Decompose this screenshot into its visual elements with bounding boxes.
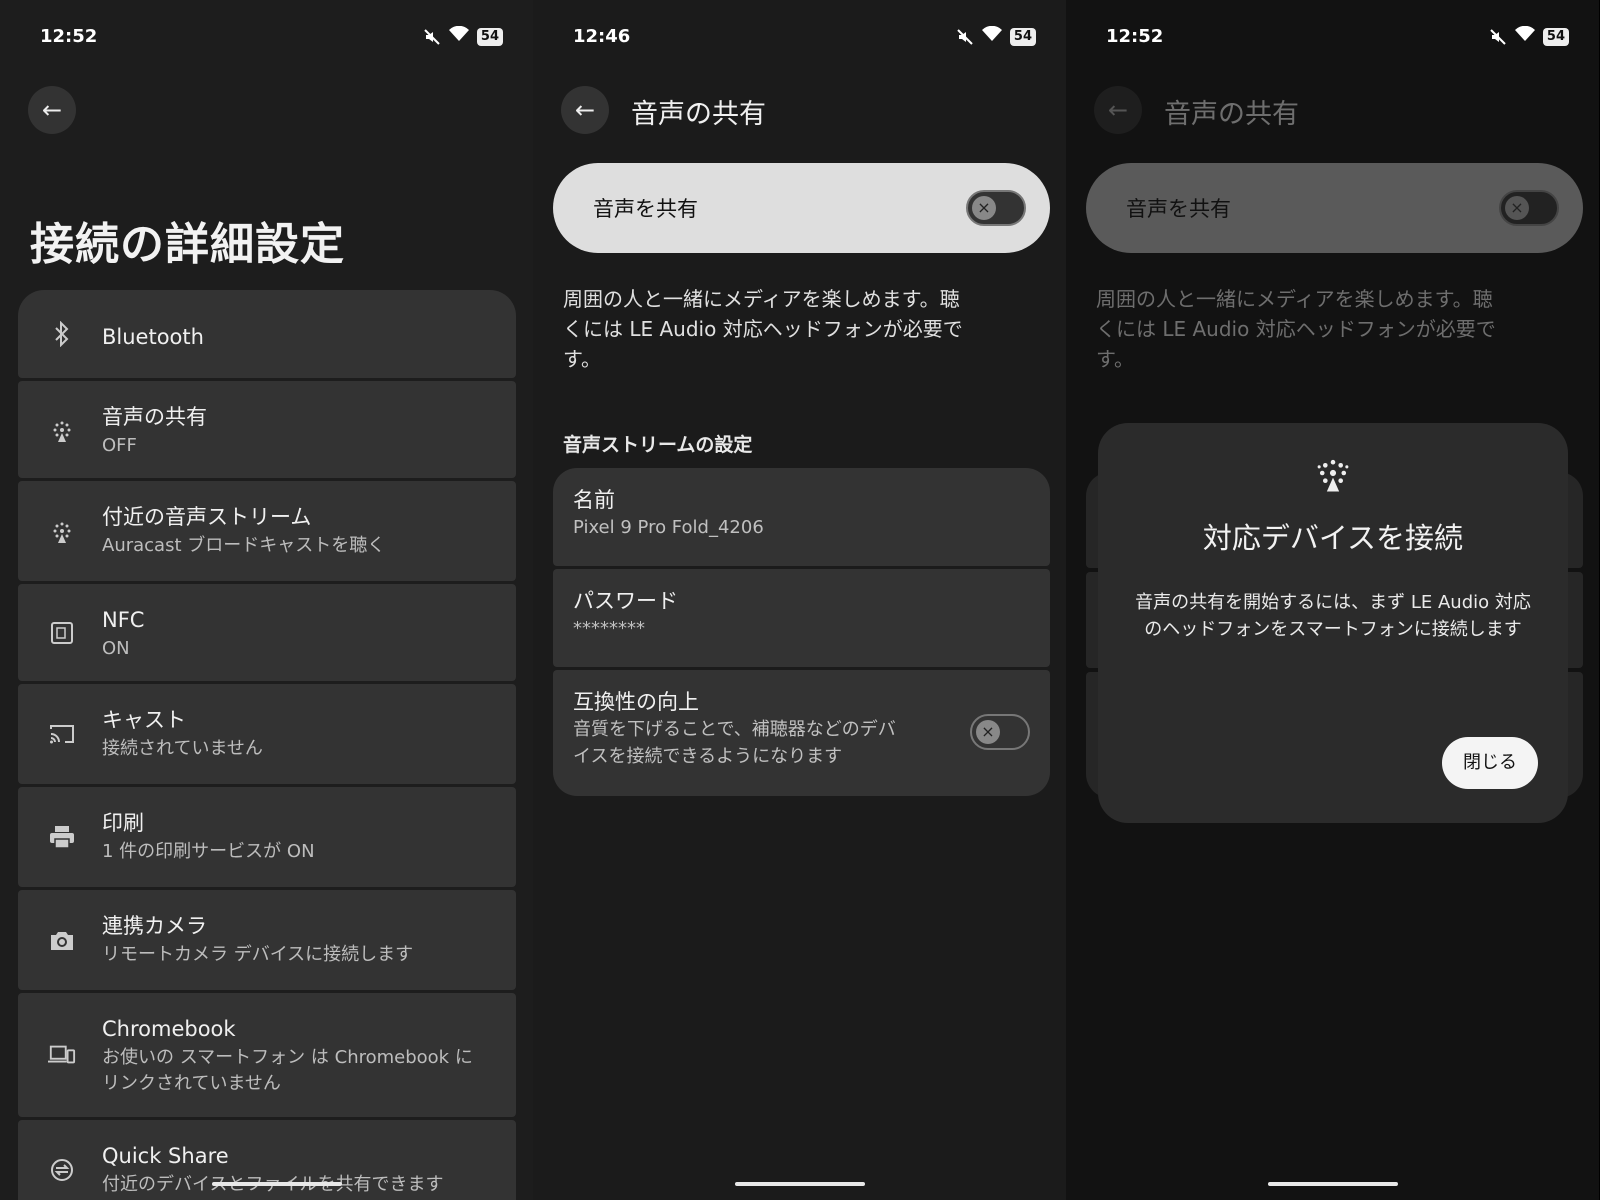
quick-share-icon	[48, 1156, 76, 1184]
status-time: 12:46	[573, 26, 631, 47]
wifi-icon	[448, 25, 469, 47]
screen-connection-preferences: 12:52 54 ← 接続の詳細設定 Bluetooth 音声の共有 OFF 付…	[0, 0, 533, 1200]
close-icon: ×	[972, 196, 996, 220]
back-button: ←	[1094, 86, 1142, 134]
connect-device-dialog: 対応デバイスを接続 音声の共有を開始するには、まず LE Audio 対応のヘッ…	[1098, 423, 1568, 823]
share-audio-switch: ×	[1499, 190, 1559, 226]
battery-icon: 54	[1009, 27, 1036, 46]
stream-settings-list: 名前 Pixel 9 Pro Fold_4206 パスワード ******** …	[553, 468, 1050, 799]
dialog-title: 対応デバイスを接続	[1202, 521, 1464, 555]
close-icon: ×	[1505, 196, 1529, 220]
description-text: 周囲の人と一緒にメディアを楽しめます。聴くには LE Audio 対応ヘッドフォ…	[1096, 287, 1496, 371]
status-bar: 12:52 54	[40, 25, 503, 50]
back-button[interactable]: ←	[561, 86, 609, 134]
gesture-nav-bar[interactable]	[1267, 1182, 1398, 1186]
wifi-icon	[1514, 25, 1535, 47]
three-screen-comparison: 12:52 54 ← 接続の詳細設定 Bluetooth 音声の共有 OFF 付…	[0, 0, 1600, 1200]
cast-icon	[48, 720, 76, 748]
arrow-left-icon: ←	[41, 96, 63, 124]
nfc-icon	[48, 619, 76, 647]
gesture-nav-bar[interactable]	[212, 1182, 343, 1186]
status-bar: 12:46 54	[573, 25, 1036, 50]
list-item-chromebook[interactable]: Chromebook お使いの スマートフォン は Chromebook にリン…	[18, 993, 516, 1117]
stream-name-item[interactable]: 名前 Pixel 9 Pro Fold_4206	[553, 468, 1050, 566]
list-item-cast[interactable]: キャスト 接続されていません	[18, 684, 516, 784]
audio-sharing-icon	[48, 416, 76, 444]
arrow-left-icon: ←	[574, 96, 596, 124]
battery-icon: 54	[476, 27, 503, 46]
settings-list: Bluetooth 音声の共有 OFF 付近の音声ストリーム Auracast …	[18, 290, 516, 1200]
print-icon	[48, 823, 76, 851]
screen-audio-sharing-dialog: 12:52 54 ← 音声の共有 音声を共有 × 周囲の人と一緒にメディアを楽し…	[1066, 0, 1599, 1200]
description-text: 周囲の人と一緒にメディアを楽しめます。聴くには LE Audio 対応ヘッドフォ…	[563, 287, 963, 371]
page-title: 接続の詳細設定	[30, 219, 345, 270]
compatibility-switch[interactable]: ×	[970, 714, 1030, 750]
camera-icon	[48, 926, 76, 954]
status-time: 12:52	[1106, 26, 1164, 47]
section-header: 音声ストリームの設定	[563, 434, 753, 456]
back-button[interactable]: ←	[28, 86, 76, 134]
audio-sharing-icon	[1313, 453, 1353, 493]
page-title: 音声の共有	[631, 99, 766, 130]
status-bar: 12:52 54	[1106, 25, 1569, 50]
share-audio-label: 音声を共有	[593, 197, 698, 221]
page-title: 音声の共有	[1164, 99, 1299, 130]
list-item-connected-camera[interactable]: 連携カメラ リモートカメラ デバイスに接続します	[18, 890, 516, 990]
wifi-icon	[981, 25, 1002, 47]
share-audio-switch[interactable]: ×	[966, 190, 1026, 226]
laptop-icon	[48, 1041, 76, 1069]
dialog-message: 音声の共有を開始するには、まず LE Audio 対応のヘッドフォンをスマートフ…	[1135, 592, 1531, 640]
list-item-nearby-audio-stream[interactable]: 付近の音声ストリーム Auracast ブロードキャストを聴く	[18, 481, 516, 581]
status-time: 12:52	[40, 26, 98, 47]
screen-audio-sharing: 12:46 54 ← 音声の共有 音声を共有 × 周囲の人と一緒にメディアを楽し…	[533, 0, 1066, 1200]
battery-icon: 54	[1542, 27, 1569, 46]
list-item-nfc[interactable]: NFC ON	[18, 584, 516, 681]
mute-icon	[423, 28, 441, 46]
share-audio-toggle-row[interactable]: 音声を共有 ×	[553, 163, 1050, 253]
close-icon: ×	[976, 720, 1000, 744]
gesture-nav-bar[interactable]	[734, 1182, 865, 1186]
compatibility-item[interactable]: 互換性の向上 音質を下げることで、補聴器などのデバイスを接続できるようになります…	[553, 670, 1050, 796]
stream-password-item[interactable]: パスワード ********	[553, 569, 1050, 667]
list-item-quick-share[interactable]: Quick Share 付近のデバイスとファイルを共有できます	[18, 1120, 516, 1200]
list-item-print[interactable]: 印刷 1 件の印刷サービスが ON	[18, 787, 516, 887]
share-audio-toggle-row: 音声を共有 ×	[1086, 163, 1583, 253]
audio-stream-icon	[48, 517, 76, 545]
close-button[interactable]: 閉じる	[1442, 737, 1538, 789]
arrow-left-icon: ←	[1107, 96, 1129, 124]
list-item-audio-sharing[interactable]: 音声の共有 OFF	[18, 381, 516, 478]
bluetooth-icon	[48, 320, 76, 348]
share-audio-label: 音声を共有	[1126, 197, 1231, 221]
list-item-bluetooth[interactable]: Bluetooth	[18, 290, 516, 378]
mute-icon	[1489, 28, 1507, 46]
mute-icon	[956, 28, 974, 46]
